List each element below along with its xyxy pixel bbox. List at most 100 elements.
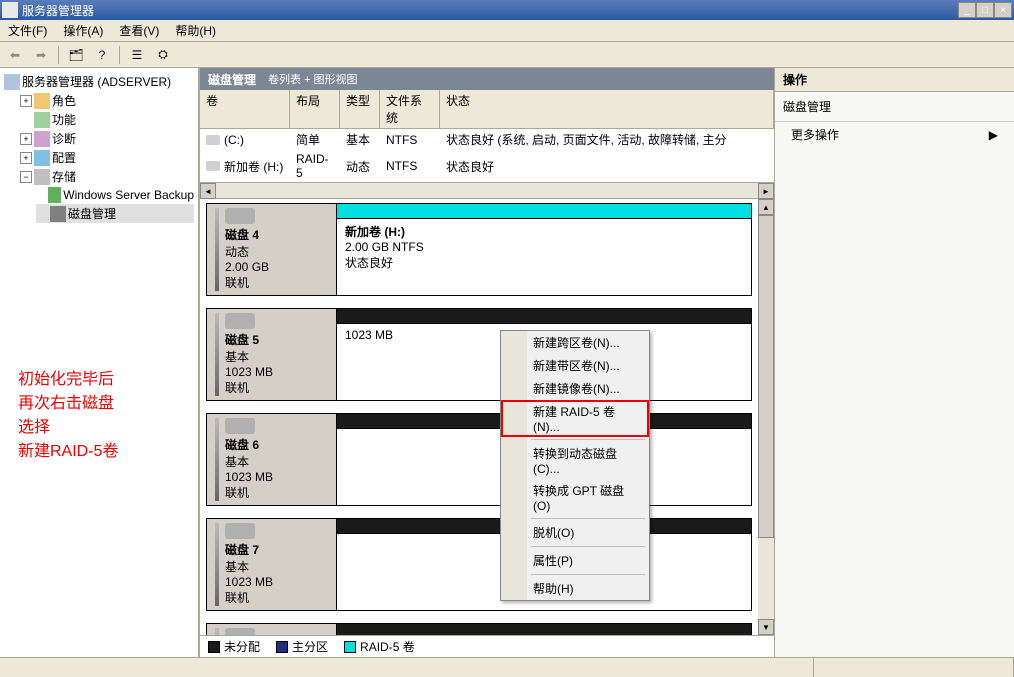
content-pane: 磁盘管理 卷列表 + 图形视图 卷 布局 类型 文件系统 状态 (C:)简单基本… [200,68,774,657]
server-icon [4,74,20,90]
content-subtitle: 卷列表 + 图形视图 [268,71,358,87]
app-icon [2,2,18,18]
scroll-thumb[interactable] [758,215,774,538]
col-type[interactable]: 类型 [340,90,380,128]
menu-view[interactable]: 查看(V) [111,20,167,41]
v-scrollbar[interactable]: ▲ ▼ [758,199,774,635]
disk-info[interactable]: 磁盘 7基本1023 MB联机 [207,519,337,610]
tree-diag[interactable]: +诊断 [20,129,194,148]
disk-info[interactable]: 磁盘 8基本1023 MB联机 [207,624,337,635]
scroll-right-button[interactable]: ► [758,183,774,199]
content-header: 磁盘管理 卷列表 + 图形视图 [200,68,774,90]
cm-help[interactable]: 帮助(H) [501,577,649,600]
graphical-view: 磁盘 4动态2.00 GB联机新加卷 (H:)2.00 GB NTFS状态良好磁… [200,199,758,635]
feature-icon [34,112,50,128]
disk-icon [50,206,66,222]
settings-button[interactable]: ⛭ [152,44,174,66]
disk-device-icon [225,208,255,224]
col-volume[interactable]: 卷 [200,90,290,128]
volume-icon [206,135,220,145]
cm-new-raid5[interactable]: 新建 RAID-5 卷(N)... [501,400,649,437]
h-scrollbar[interactable]: ◄ ► [200,182,774,198]
col-fs[interactable]: 文件系统 [380,90,440,128]
disk-row[interactable]: 磁盘 5基本1023 MB联机1023 MB [206,308,752,401]
legend-raid5: RAID-5 卷 [344,638,415,655]
menu-help[interactable]: 帮助(H) [167,20,224,41]
storage-icon [34,169,50,185]
annotation-text: 初始化完毕后 再次右击磁盘 选择 新建RAID-5卷 [18,368,118,464]
tree-diskmgmt[interactable]: 磁盘管理 [36,204,194,223]
expander-icon[interactable]: + [20,133,32,145]
close-button[interactable]: × [994,2,1012,18]
cm-convert-dynamic[interactable]: 转换到动态磁盘(C)... [501,442,649,479]
volume-row[interactable]: 新加卷 (H:)RAID-5动态NTFS状态良好 [200,150,774,182]
actions-section-title: 磁盘管理 [775,92,1014,122]
cm-convert-gpt[interactable]: 转换成 GPT 磁盘(O) [501,479,649,516]
scroll-down-button[interactable]: ▼ [758,619,774,635]
expander-icon[interactable]: + [20,152,32,164]
status-bar [0,657,1014,677]
toolbar: ⬅ ➡ 🗂 ? ☰ ⛭ [0,42,1014,68]
cm-new-mirror[interactable]: 新建镜像卷(N)... [501,377,649,400]
volume-table-header: 卷 布局 类型 文件系统 状态 [200,90,774,129]
disk-device-icon [225,313,255,329]
disk-device-icon [225,523,255,539]
actions-more[interactable]: 更多操作 ▶ [775,122,1014,147]
tree-root-label: 服务器管理器 (ADSERVER) [22,73,171,90]
disk-row[interactable]: 磁盘 8基本1023 MB联机1023 MB未分配 [206,623,752,635]
col-status[interactable]: 状态 [440,90,774,128]
tree-storage[interactable]: −存储 [20,167,194,186]
legend: 未分配 主分区 RAID-5 卷 [200,635,774,657]
scroll-up-button[interactable]: ▲ [758,199,774,215]
config-icon [34,150,50,166]
disk-partition[interactable]: 新加卷 (H:)2.00 GB NTFS状态良好 [337,204,751,295]
help-button[interactable]: ? [91,44,113,66]
minimize-button[interactable]: _ [958,2,976,18]
tree-features[interactable]: 功能 [20,110,194,129]
tree-backup[interactable]: Windows Server Backup [36,186,194,204]
chevron-right-icon: ▶ [989,128,998,142]
maximize-button[interactable]: □ [976,2,994,18]
volume-row[interactable]: (C:)简单基本NTFS状态良好 (系统, 启动, 页面文件, 活动, 故障转储… [200,129,774,150]
cm-new-striped[interactable]: 新建带区卷(N)... [501,354,649,377]
disk-row[interactable]: 磁盘 4动态2.00 GB联机新加卷 (H:)2.00 GB NTFS状态良好 [206,203,752,296]
content-title: 磁盘管理 [208,71,256,88]
tree-roles[interactable]: +角色 [20,91,194,110]
view-button[interactable]: ☰ [126,44,148,66]
cm-offline[interactable]: 脱机(O) [501,521,649,544]
nav-back-button: ⬅ [4,44,26,66]
tree-pane: 服务器管理器 (ADSERVER) +角色 功能 +诊断 +配置 −存储 Win… [0,68,200,657]
disk-info[interactable]: 磁盘 5基本1023 MB联机 [207,309,337,400]
volume-table: 卷 布局 类型 文件系统 状态 (C:)简单基本NTFS状态良好 (系统, 启动… [200,90,774,199]
expander-icon[interactable]: + [20,95,32,107]
diag-icon [34,131,50,147]
nav-forward-button: ➡ [30,44,52,66]
disk-row[interactable]: 磁盘 6基本1023 MB联机 [206,413,752,506]
window-title: 服务器管理器 [22,2,94,19]
backup-icon [48,187,61,203]
volume-icon [206,161,220,171]
legend-primary: 主分区 [276,638,328,655]
tree-root-node[interactable]: 服务器管理器 (ADSERVER) [4,72,194,91]
tree-config[interactable]: +配置 [20,148,194,167]
context-menu: 新建跨区卷(N)... 新建带区卷(N)... 新建镜像卷(N)... 新建 R… [500,330,650,601]
refresh-button[interactable]: 🗂 [65,44,87,66]
expander-icon[interactable]: − [20,171,32,183]
cm-new-spanned[interactable]: 新建跨区卷(N)... [501,331,649,354]
disk-device-icon [225,628,255,635]
disk-info[interactable]: 磁盘 4动态2.00 GB联机 [207,204,337,295]
cm-properties[interactable]: 属性(P) [501,549,649,572]
disk-row[interactable]: 磁盘 7基本1023 MB联机 [206,518,752,611]
menu-file[interactable]: 文件(F) [0,20,55,41]
scroll-left-button[interactable]: ◄ [200,183,216,199]
disk-partition[interactable]: 1023 MB未分配 [337,624,751,635]
actions-pane: 操作 磁盘管理 更多操作 ▶ [774,68,1014,657]
disk-info[interactable]: 磁盘 6基本1023 MB联机 [207,414,337,505]
col-layout[interactable]: 布局 [290,90,340,128]
menu-bar: 文件(F) 操作(A) 查看(V) 帮助(H) [0,20,1014,42]
title-bar: 服务器管理器 _ □ × [0,0,1014,20]
role-icon [34,93,50,109]
menu-action[interactable]: 操作(A) [55,20,111,41]
disk-device-icon [225,418,255,434]
actions-header: 操作 [775,68,1014,92]
